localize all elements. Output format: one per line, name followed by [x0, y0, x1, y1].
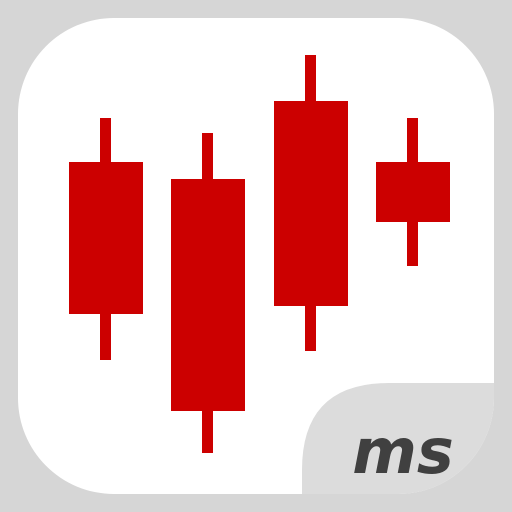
brand-corner: ms: [302, 383, 494, 494]
app-icon-canvas: ms: [0, 0, 512, 512]
brand-mark: ms: [352, 415, 454, 488]
